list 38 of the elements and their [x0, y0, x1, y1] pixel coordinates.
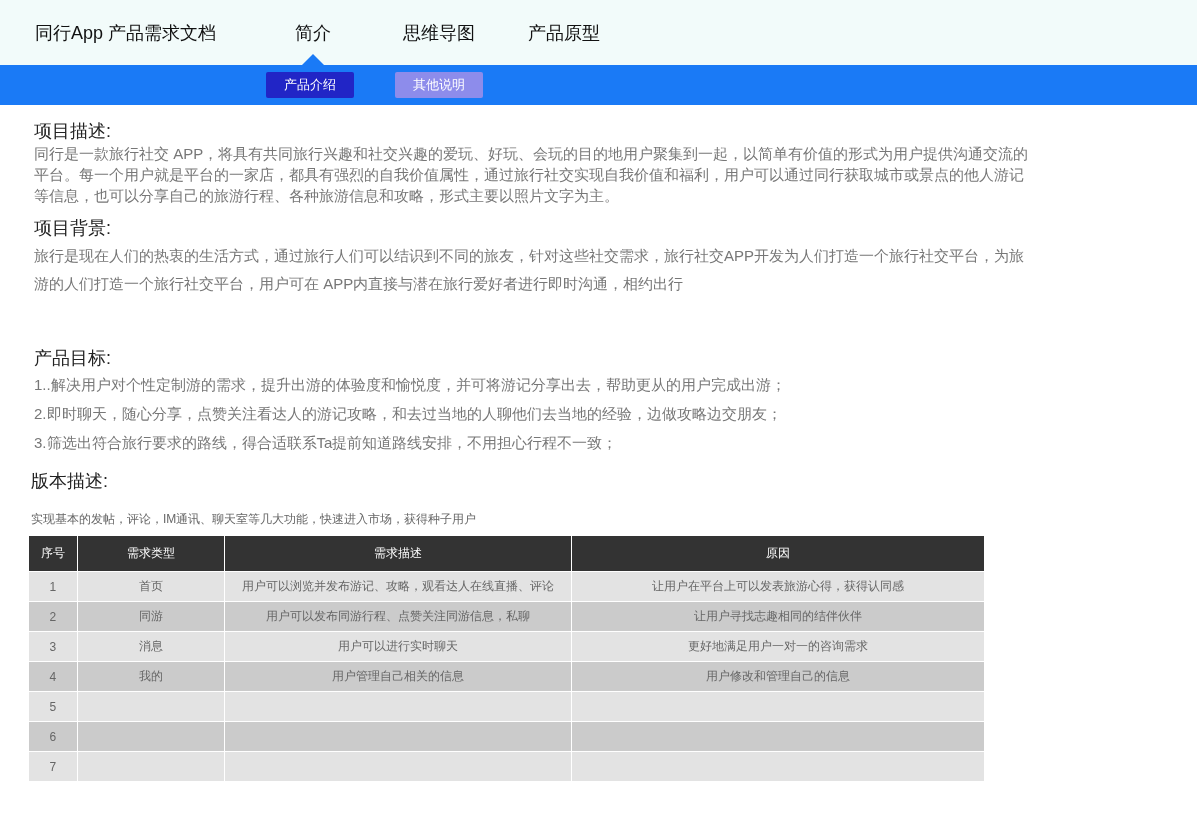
table-cell: 用户可以进行实时聊天	[224, 631, 572, 662]
column-header: 需求类型	[77, 536, 225, 572]
table-cell: 2	[29, 601, 78, 632]
sub-tab[interactable]: 产品介绍	[266, 72, 354, 98]
table-cell: 我的	[77, 661, 225, 692]
column-header: 序号	[29, 536, 78, 572]
section-paragraph: 同行是一款旅行社交 APP，将具有共同旅行兴趣和社交兴趣的爱玩、好玩、会玩的目的地用户聚集到一起，以简单有价值的形式为用户提供沟通交流的平台。每一个用户就是平台的一家店，都具有强烈的自我价值属性，通过旅行社交实现自我价值和福利，用户可以通过同行获取城市或景点的他人游记等信息，也可以分享自己的旅游行程、各种旅游信息和攻略，形式主要以照片文字为主。	[34, 144, 1030, 206]
nav-tab[interactable]: 思维导图	[403, 0, 475, 65]
section-heading: 版本描述:	[31, 470, 109, 493]
table-cell: 6	[29, 721, 78, 752]
column-header: 原因	[571, 536, 985, 572]
table-cell: 首页	[77, 571, 225, 602]
section-heading: 项目背景:	[34, 217, 112, 240]
section-paragraph: 1..解决用户对个性定制游的需求，提升出游的体验度和愉悦度，并可将游记分享出去，帮助更从的用户完成出游；	[34, 375, 787, 395]
table-cell: 用户可以发布同游行程、点赞关注同游信息，私聊	[224, 601, 572, 632]
table-cell: 用户可以浏览并发布游记、攻略，观看达人在线直播、评论	[224, 571, 572, 602]
table-cell: 用户管理自己相关的信息	[224, 661, 572, 692]
table-cell: 7	[29, 751, 78, 782]
table-cell: 4	[29, 661, 78, 692]
table-cell: 让用户寻找志趣相同的结伴伙伴	[571, 601, 985, 632]
version-note: 实现基本的发帖，评论，IM通讯、聊天室等几大功能，快速进入市场，获得种子用户	[31, 511, 478, 528]
table-cell: 更好地满足用户一对一的咨询需求	[571, 631, 985, 662]
table-cell: 让用户在平台上可以发表旅游心得，获得认同感	[571, 571, 985, 602]
section-paragraph: 3.筛选出符合旅行要求的路线，得合适联系Ta提前知道路线安排，不用担心行程不一致；	[34, 433, 619, 453]
table-cell: 同游	[77, 601, 225, 632]
section-heading: 产品目标:	[34, 347, 112, 370]
table-cell: 消息	[77, 631, 225, 662]
table-cell: 3	[29, 631, 78, 662]
table-cell: 5	[29, 691, 78, 722]
nav-tab[interactable]: 产品原型	[528, 0, 600, 65]
column-header: 需求描述	[224, 536, 572, 572]
section-paragraph: 2.即时聊天，随心分享，点赞关注看达人的游记攻略，和去过当地的人聊他们去当地的经验，边做攻略边交朋友；	[34, 404, 783, 424]
nav-tab[interactable]: 简介	[295, 0, 331, 65]
document-title: 同行App 产品需求文档	[35, 21, 218, 45]
table-cell: 用户修改和管理自己的信息	[571, 661, 985, 692]
section-paragraph: 旅行是现在人们的热衷的生活方式，通过旅行人们可以结识到不同的旅友，针对这些社交需求，旅行社交APP开发为人们打造一个旅行社交平台，为旅游的人们打造一个旅行社交平台，用户可在 APP内直接与潜在旅行爱好者进行即时沟通，相约出行	[34, 246, 1025, 294]
section-heading: 项目描述:	[34, 120, 112, 143]
table-cell: 1	[29, 571, 78, 602]
